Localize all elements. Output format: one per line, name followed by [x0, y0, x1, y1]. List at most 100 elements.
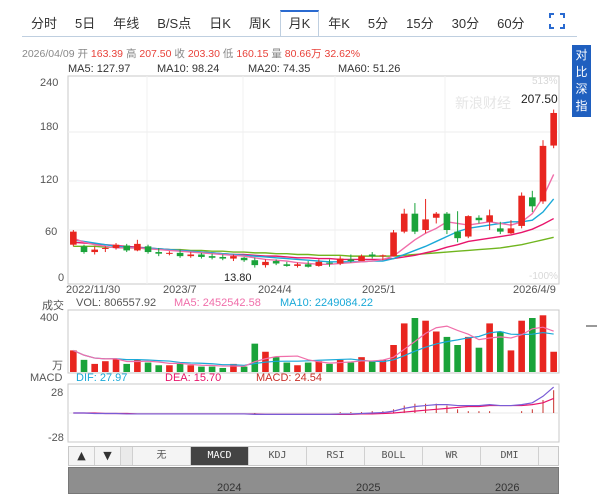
volume-bar — [251, 343, 259, 372]
candle-body — [336, 258, 344, 264]
indicator-tab-5[interactable]: WR — [423, 447, 481, 465]
volume-frame — [67, 309, 560, 374]
indicator-tab-6[interactable]: DMI — [481, 447, 539, 465]
candle-body — [368, 254, 376, 257]
volume-bar — [283, 362, 291, 372]
kline-chart[interactable]: 新浪财经 — [0, 0, 597, 498]
indicator-toolbar: ▲ ▼ 无 MACD KDJ RSI BOLL WR DMI — [68, 446, 559, 466]
candle-body — [176, 252, 184, 257]
candle-body — [187, 254, 195, 257]
candle-body — [240, 257, 248, 261]
candle-body — [496, 228, 504, 232]
candle-body — [219, 256, 227, 259]
volume-bar — [155, 365, 163, 372]
scroll-up-button[interactable]: ▲ — [69, 447, 95, 465]
candle-body — [272, 261, 280, 264]
date-tick-2: 2023/7 — [163, 284, 197, 296]
volume-bar — [102, 361, 109, 372]
candle-body — [390, 232, 397, 257]
pct-tick-top: 513% — [532, 76, 558, 87]
volume-bar — [518, 320, 525, 372]
candle-body — [475, 217, 483, 221]
candle-body — [155, 252, 163, 254]
volume-bar — [123, 363, 131, 372]
volume-value: VOL: 806557.92 — [76, 297, 157, 309]
candle-body — [304, 264, 312, 267]
ma20-line — [73, 217, 554, 261]
candle-body — [411, 213, 419, 232]
volume-bar — [347, 362, 355, 372]
candle-body — [134, 243, 141, 251]
candle-body — [208, 256, 216, 258]
date-tick-4: 2025/1 — [362, 284, 396, 296]
candle-body — [198, 254, 205, 257]
candle-body — [422, 219, 429, 230]
scroller-year-3: 2026 — [495, 482, 520, 494]
volume-bar — [368, 361, 376, 372]
volume-title: 成交 — [42, 300, 64, 312]
candle-body — [358, 256, 365, 262]
candle-body — [144, 246, 152, 253]
macd-dea: DEA: 15.70 — [165, 372, 222, 384]
volume-bar — [529, 318, 536, 372]
candle-body — [112, 244, 120, 248]
volume-ma10: MA10: 2249084.22 — [280, 297, 373, 309]
volume-bar — [80, 359, 88, 372]
macd-tick-top: 28 — [51, 387, 64, 399]
macd-value: MACD: 24.54 — [256, 372, 323, 384]
volume-bar — [432, 331, 440, 372]
scroll-down-button[interactable]: ▼ — [95, 447, 121, 465]
candle-body — [507, 228, 515, 234]
volume-bar — [358, 357, 365, 372]
volume-bar — [464, 336, 472, 372]
volume-bar — [507, 350, 515, 372]
candle-body — [262, 261, 269, 266]
price-tick-0: 0 — [58, 272, 65, 284]
volume-bar — [176, 363, 184, 372]
candle-body — [166, 252, 173, 254]
indicator-tab-4[interactable]: BOLL — [365, 447, 423, 465]
candle-body — [464, 216, 472, 237]
price-tick-60: 60 — [45, 226, 58, 238]
volume-tick-bottom: 万 — [52, 360, 63, 372]
volume-bar — [315, 361, 323, 372]
candle-body — [432, 213, 440, 218]
date-tick-3: 2024/4 — [258, 284, 292, 296]
volume-bar — [304, 362, 312, 372]
indicator-tab-2[interactable]: KDJ — [249, 447, 307, 465]
volume-ma5: MA5: 2452542.58 — [174, 297, 261, 309]
scroller-year-2: 2025 — [356, 482, 381, 494]
volume-bar — [240, 366, 248, 372]
pct-tick-bottom: -100% — [529, 271, 558, 282]
dif-line — [73, 386, 555, 415]
candle-body — [400, 213, 408, 232]
candle-body — [80, 246, 88, 253]
volume-bar — [336, 359, 344, 372]
volume-bar — [454, 345, 461, 372]
volume-tick-top: 400 — [40, 312, 59, 324]
macd-title: MACD — [30, 372, 63, 384]
candle-body — [550, 112, 557, 146]
candle-body — [518, 195, 525, 226]
volume-bar — [326, 363, 333, 372]
toolbar-spacer — [121, 447, 133, 465]
volume-bar — [112, 358, 120, 372]
candle-body — [326, 262, 333, 264]
candle-body — [315, 261, 323, 266]
volume-bar — [294, 365, 301, 372]
date-tick-1: 2022/11/30 — [66, 284, 121, 296]
indicator-tab-3[interactable]: RSI — [307, 447, 365, 465]
indicator-tab-1[interactable]: MACD — [191, 447, 249, 465]
timeline-scroller[interactable]: 2024 2025 2026 — [68, 467, 559, 494]
candle-body — [230, 256, 237, 259]
indicator-tab-0[interactable]: 无 — [133, 447, 191, 465]
macd-dif: DIF: 27.97 — [76, 372, 128, 384]
candle-body — [91, 249, 98, 253]
price-tick-180: 180 — [40, 121, 59, 133]
scroller-year-1: 2024 — [217, 482, 242, 494]
candle-body — [102, 247, 109, 249]
macd-tick-bottom: -28 — [48, 432, 64, 444]
candle-body — [347, 259, 355, 262]
volume-bar — [411, 318, 419, 372]
volume-bar — [539, 315, 547, 372]
